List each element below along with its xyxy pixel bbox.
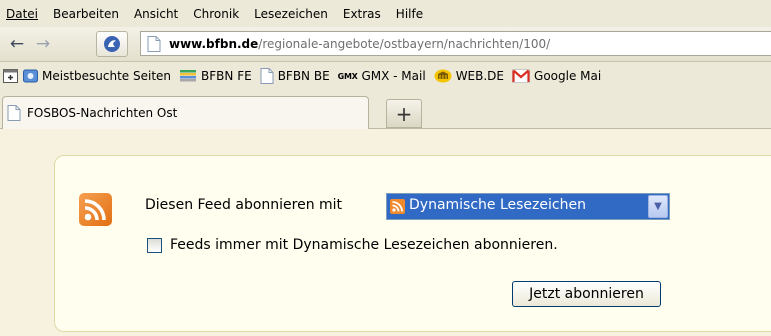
menu-bar: Datei Bearbeiten Ansicht Chronik Lesezei… xyxy=(0,0,771,27)
menu-bearbeiten[interactable]: Bearbeiten xyxy=(45,7,126,21)
bookmark-bfbn-be[interactable]: BFBN BE xyxy=(260,68,330,84)
menu-label: Datei xyxy=(6,6,39,21)
site-identity-button[interactable] xyxy=(96,31,128,57)
menu-label: Lesezeichen xyxy=(254,6,328,21)
bookmarks-menu-icon xyxy=(3,69,18,83)
url-domain: www.bfbn.de xyxy=(169,36,259,51)
new-tab-button[interactable]: + xyxy=(386,99,422,128)
page-icon xyxy=(7,105,21,121)
page-icon xyxy=(260,68,274,84)
menu-label: Bearbeiten xyxy=(53,6,119,21)
menu-label: Chronik xyxy=(193,6,240,21)
url-path: /regionale-angebote/ostbayern/nachrichte… xyxy=(258,36,551,51)
rss-symbol xyxy=(84,199,106,221)
menu-lesezeichen[interactable]: Lesezeichen xyxy=(246,7,335,21)
subscribe-now-button[interactable]: Jetzt abonnieren xyxy=(512,281,661,307)
tab-fosbos-nachrichten[interactable]: FOSBOS-Nachrichten Ost xyxy=(2,96,369,129)
bookmark-label: Google Mai xyxy=(534,69,602,83)
always-use-row: Feeds immer mit Dynamische Lesezeichen a… xyxy=(147,237,558,253)
menu-label: Hilfe xyxy=(395,6,424,21)
feed-reader-dropdown[interactable]: Dynamische Lesezeichen ▼ xyxy=(386,193,670,220)
book-stack-icon xyxy=(180,70,197,82)
menu-chronik[interactable]: Chronik xyxy=(185,7,246,21)
bookmark-label: WEB.DE xyxy=(455,69,505,83)
live-bookmark-rss-icon xyxy=(390,199,405,214)
url-text: www.bfbn.de/regionale-angebote/ostbayern… xyxy=(169,37,550,51)
bookmark-meistbesuchte[interactable]: Meistbesuchte Seiten xyxy=(23,69,171,83)
bookmark-bfbn-fe[interactable]: BFBN FE xyxy=(179,69,252,83)
menu-extras[interactable]: Extras xyxy=(335,7,388,21)
plus-icon: + xyxy=(395,101,413,126)
bookmark-label: BFBN FE xyxy=(201,69,252,83)
bookmarks-toolbar: Meistbesuchte Seiten BFBN FE BFBN BE GMX… xyxy=(0,62,771,90)
bookmark-label: Meistbesuchte Seiten xyxy=(42,69,172,83)
always-use-checkbox[interactable] xyxy=(147,237,162,253)
menu-ansicht[interactable]: Ansicht xyxy=(126,7,185,21)
menu-hilfe[interactable]: Hilfe xyxy=(388,7,430,21)
always-use-label[interactable]: Feeds immer mit Dynamische Lesezeichen a… xyxy=(170,237,558,253)
bookmark-web-de[interactable]: WEB.DE xyxy=(434,69,504,83)
back-button[interactable]: ← xyxy=(4,33,30,55)
bookmark-gmx-mail[interactable]: GMX GMX - Mail xyxy=(338,69,426,83)
navigation-toolbar: ← → www.bfbn.de/regionale-angebote/ostba… xyxy=(0,27,771,62)
rss-feed-icon xyxy=(79,193,112,226)
webde-logo-icon xyxy=(434,69,452,83)
bookmarks-menu-button[interactable] xyxy=(3,69,18,83)
chevron-down-icon[interactable]: ▼ xyxy=(648,195,668,218)
tab-title: FOSBOS-Nachrichten Ost xyxy=(27,106,178,120)
menu-label: Ansicht xyxy=(133,6,179,21)
forward-button[interactable]: → xyxy=(30,33,56,55)
dropdown-selected-value: Dynamische Lesezeichen xyxy=(409,197,586,213)
bookmark-label: GMX - Mail xyxy=(361,69,426,83)
gmx-logo-icon: GMX xyxy=(337,71,358,81)
arrow-right-icon: → xyxy=(35,34,51,54)
page-icon xyxy=(147,35,161,52)
bookmark-label: BFBN BE xyxy=(277,69,330,83)
tab-strip: FOSBOS-Nachrichten Ost + xyxy=(0,90,771,129)
menu-datei[interactable]: Datei xyxy=(0,7,45,21)
url-bar[interactable]: www.bfbn.de/regionale-angebote/ostbayern… xyxy=(140,31,771,56)
gmail-icon xyxy=(512,69,531,83)
bookmark-google-mail[interactable]: Google Mai xyxy=(512,69,601,83)
arrow-left-icon: ← xyxy=(9,34,25,54)
site-favicon-icon xyxy=(104,36,120,52)
subscribe-with-label: Diesen Feed abonnieren mit xyxy=(145,197,343,213)
smart-folder-icon xyxy=(23,69,38,83)
menu-label: Extras xyxy=(342,6,381,21)
